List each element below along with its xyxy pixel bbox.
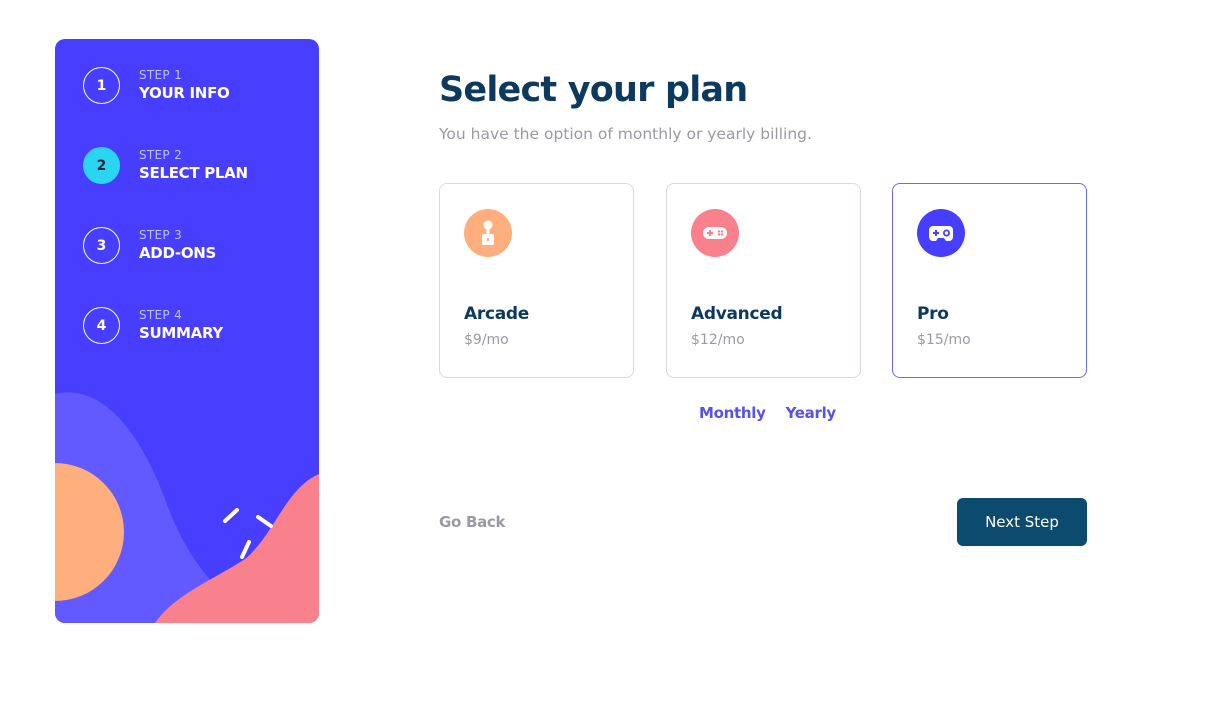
page-title: Select your plan	[439, 70, 748, 110]
billing-monthly-option[interactable]: Monthly	[699, 404, 766, 422]
plan-name: Pro	[917, 304, 949, 324]
step-label: STEP 4	[139, 308, 183, 322]
plan-price: $9/mo	[464, 332, 509, 348]
page-subtitle: You have the option of monthly or yearly…	[439, 125, 812, 143]
step-label: STEP 2	[139, 148, 183, 162]
plan-card-advanced[interactable]: Advanced $12/mo	[666, 183, 861, 378]
billing-toggle: Monthly Yearly	[699, 404, 836, 422]
step-title: ADD-ONS	[139, 244, 217, 262]
step-number-active: 2	[83, 147, 120, 184]
billing-yearly-option[interactable]: Yearly	[786, 404, 837, 422]
step-title: YOUR INFO	[139, 84, 230, 102]
step-item-select-plan[interactable]: 2 STEP 2 SELECT PLAN	[83, 147, 248, 227]
plan-price: $12/mo	[691, 332, 745, 348]
step-title: SELECT PLAN	[139, 164, 248, 182]
plan-card-pro[interactable]: Pro $15/mo	[892, 183, 1087, 378]
step-number: 4	[83, 307, 120, 344]
gamepad-icon	[691, 209, 739, 257]
plan-name: Arcade	[464, 304, 529, 324]
step-item-summary[interactable]: 4 STEP 4 SUMMARY	[83, 307, 248, 387]
controller-icon	[917, 209, 965, 257]
step-item-your-info[interactable]: 1 STEP 1 YOUR INFO	[83, 67, 248, 147]
step-label: STEP 3	[139, 228, 183, 242]
plan-name: Advanced	[691, 304, 783, 324]
sidebar: 1 STEP 1 YOUR INFO 2 STEP 2 SELECT PLAN …	[55, 39, 319, 623]
step-label: STEP 1	[139, 68, 183, 82]
step-item-add-ons[interactable]: 3 STEP 3 ADD-ONS	[83, 227, 248, 307]
arcade-icon	[464, 209, 512, 257]
plan-card-arcade[interactable]: Arcade $9/mo	[439, 183, 634, 378]
go-back-button[interactable]: Go Back	[439, 513, 505, 531]
plan-price: $15/mo	[917, 332, 971, 348]
next-step-button[interactable]: Next Step	[957, 498, 1087, 546]
step-list: 1 STEP 1 YOUR INFO 2 STEP 2 SELECT PLAN …	[83, 67, 248, 387]
step-number: 3	[83, 227, 120, 264]
step-title: SUMMARY	[139, 324, 223, 342]
step-number: 1	[83, 67, 120, 104]
